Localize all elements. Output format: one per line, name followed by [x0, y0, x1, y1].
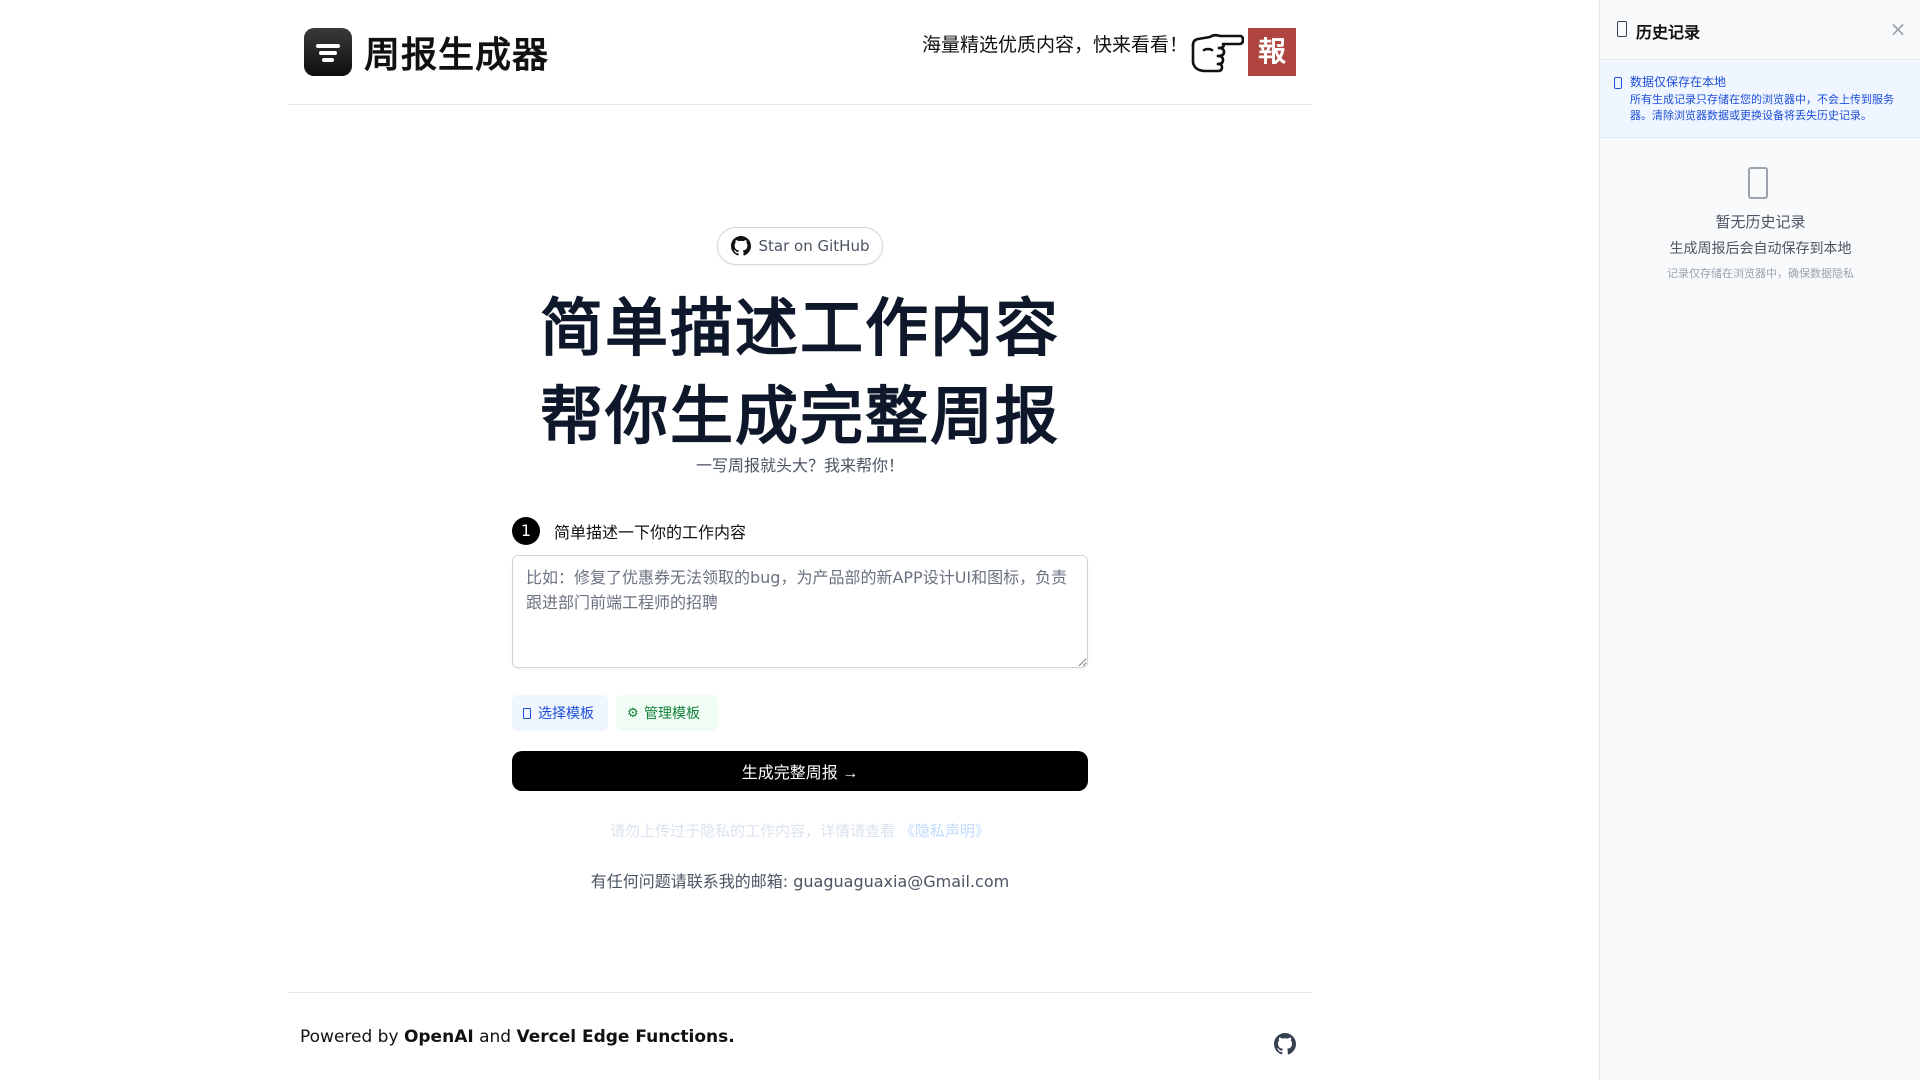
pointing-hand-icon	[1191, 33, 1244, 73]
generate-report-button[interactable]: 生成完整周报 →	[512, 751, 1088, 791]
headline-line-1: 简单描述工作内容	[540, 292, 1060, 365]
star-on-github-button[interactable]: Star on GitHub	[717, 227, 883, 265]
empty-document-icon	[1748, 167, 1768, 199]
empty-state-subtitle: 生成周报后会自动保存到本地	[1669, 241, 1852, 257]
step-1-header: 1 简单描述一下你的工作内容	[512, 517, 746, 545]
vercel-link[interactable]: Vercel Edge Functions.	[516, 1027, 734, 1047]
sidebar-title: 历史记录	[1636, 23, 1701, 42]
powered-prefix: Powered by	[300, 1027, 404, 1047]
step-label: 简单描述一下你的工作内容	[554, 523, 747, 542]
github-icon	[730, 236, 751, 256]
notice-body: 所有生成记录只存储在您的浏览器中，不会上传到服务器。清除浏览器数据或更换设备将丢…	[1630, 93, 1894, 122]
work-content-input[interactable]	[512, 555, 1088, 668]
history-icon	[1617, 21, 1627, 37]
gear-icon: ⚙	[627, 705, 639, 721]
headline-line-2: 帮你生成完整周报	[540, 380, 1060, 453]
subtitle: 一写周报就头大？我来帮你！	[695, 456, 904, 475]
empty-state-note: 记录仅存储在浏览器中，确保数据隐私	[1667, 267, 1854, 280]
main-area: 周报生成器 海量精选优质内容，快来看看！ 報 Star on GitHub 简单…	[0, 0, 1599, 1080]
select-template-button[interactable]: 选择模板	[512, 695, 608, 731]
contact-email: 有任何问题请联系我的邮箱: guaguaguaxia@Gmail.com	[590, 872, 1010, 891]
privacy-text: 请勿上传过于隐私的工作内容，详情请查看	[610, 822, 896, 840]
step-number-badge: 1	[512, 517, 540, 545]
powered-and: and	[473, 1027, 517, 1047]
github-footer-icon[interactable]	[1274, 1033, 1296, 1055]
promo-badge[interactable]: 報	[1248, 28, 1296, 76]
openai-link[interactable]: OpenAI	[404, 1027, 474, 1047]
info-icon	[1614, 77, 1622, 89]
empty-state-title: 暂无历史记录	[1715, 213, 1806, 231]
sidebar-header: 历史记录 ×	[1600, 0, 1920, 60]
star-button-label: Star on GitHub	[758, 237, 870, 255]
manage-template-button[interactable]: ⚙ 管理模板	[616, 695, 718, 731]
privacy-note: 请勿上传过于隐私的工作内容，详情请查看 《隐私声明》	[400, 820, 1200, 841]
footer: Powered by OpenAI and Vercel Edge Functi…	[288, 992, 1312, 1080]
brand-title[interactable]: 周报生成器	[364, 26, 549, 78]
powered-by: Powered by OpenAI and Vercel Edge Functi…	[300, 1027, 735, 1047]
privacy-policy-link[interactable]: 《隐私声明》	[900, 822, 990, 840]
promo-text[interactable]: 海量精选优质内容，快来看看！	[922, 30, 1188, 57]
local-storage-notice: 数据仅保存在本地 所有生成记录只存储在您的浏览器中，不会上传到服务器。清除浏览器…	[1600, 61, 1920, 138]
select-template-label: 选择模板	[538, 706, 594, 722]
notice-title: 数据仅保存在本地	[1630, 75, 1727, 89]
document-icon	[523, 707, 531, 719]
header: 周报生成器 海量精选优质内容，快来看看！ 報	[288, 0, 1312, 105]
history-sidebar: 历史记录 × 数据仅保存在本地 所有生成记录只存储在您的浏览器中，不会上传到服务…	[1599, 0, 1920, 1080]
app-logo-icon[interactable]	[304, 28, 352, 76]
manage-template-label: 管理模板	[644, 706, 700, 722]
close-icon[interactable]: ×	[1887, 18, 1909, 40]
